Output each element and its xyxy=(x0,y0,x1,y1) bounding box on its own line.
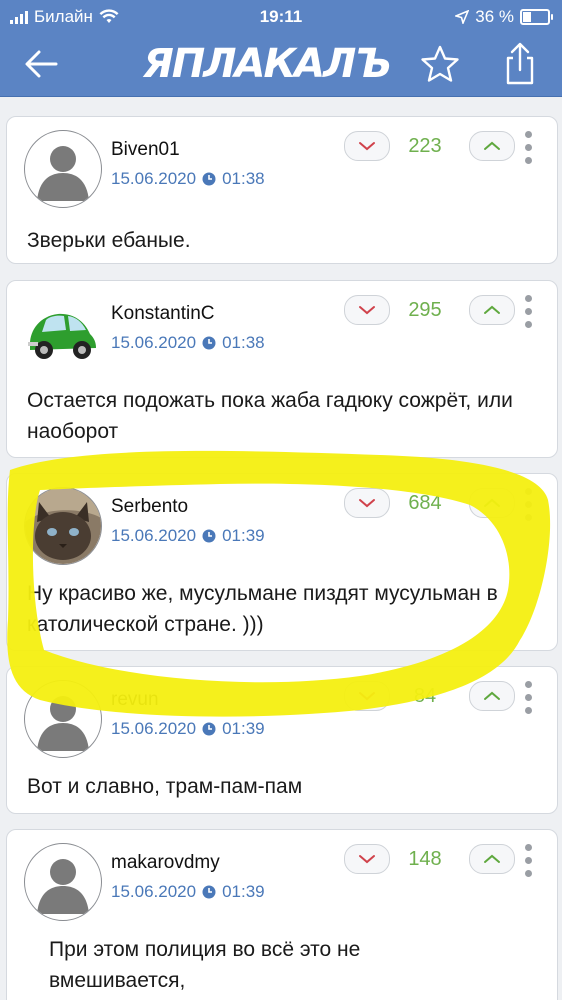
comment-score: 148 xyxy=(408,848,442,870)
vote-up-button[interactable] xyxy=(469,681,515,711)
comment-card: makarovdmy 15.06.2020 01:39 148 При этом… xyxy=(6,829,558,1000)
site-logo[interactable]: ЯПЛАКАЛЪ xyxy=(143,40,403,88)
chevron-down-icon xyxy=(359,692,375,701)
battery-icon xyxy=(520,9,553,25)
chevron-down-icon xyxy=(359,499,375,508)
chevron-up-icon xyxy=(484,691,500,700)
chevron-up-icon xyxy=(484,498,500,507)
comment-score: 684 xyxy=(408,492,442,514)
vote-up-button[interactable] xyxy=(469,295,515,325)
comment-username[interactable]: Biven01 xyxy=(111,139,180,161)
arrow-left-icon[interactable] xyxy=(22,46,62,82)
vote-up-button[interactable] xyxy=(469,488,515,518)
comment-time: 01:38 xyxy=(222,333,265,352)
comment-date: 15.06.2020 xyxy=(111,169,197,188)
comment-time: 01:39 xyxy=(222,882,265,901)
comment-username[interactable]: Serbento xyxy=(111,496,188,518)
chevron-down-icon xyxy=(359,855,375,864)
star-icon[interactable] xyxy=(420,44,460,84)
comment-card: Serbento 15.06.2020 01:39 684 Ну красиво… xyxy=(6,473,558,651)
status-bar: Билайн 19:11 36 % xyxy=(0,0,562,34)
vote-down-button[interactable] xyxy=(344,131,390,161)
chevron-up-icon xyxy=(484,854,500,863)
comment-text: При этом полиция во всё это не вмешивает… xyxy=(49,938,361,992)
comment-card: KonstantinC 15.06.2020 01:38 295 Остаетс… xyxy=(6,280,558,458)
comment-time: 01:39 xyxy=(222,719,265,738)
chevron-up-icon xyxy=(484,141,500,150)
vote-down-button[interactable] xyxy=(344,844,390,874)
cat-avatar-icon[interactable] xyxy=(24,487,102,565)
default-avatar-icon[interactable] xyxy=(24,843,102,921)
comment-time: 01:38 xyxy=(222,169,265,188)
comment-card: Biven01 15.06.2020 01:38 223 Зверьки еба… xyxy=(6,116,558,264)
more-options-icon[interactable] xyxy=(525,844,535,880)
battery-percent: 36 % xyxy=(475,7,514,26)
comment-score: 223 xyxy=(408,135,442,157)
comment-time: 01:39 xyxy=(222,526,265,545)
clock-icon xyxy=(202,172,216,186)
clock-icon xyxy=(202,885,216,899)
comment-username[interactable]: makarovdmy xyxy=(111,852,220,874)
comment-text: Ну красиво же, мусульмане пиздят мусульм… xyxy=(27,582,498,636)
more-options-icon[interactable] xyxy=(525,295,535,331)
more-options-icon[interactable] xyxy=(525,681,535,717)
comment-text: Зверьки ебаные. xyxy=(27,229,191,252)
vote-up-button[interactable] xyxy=(469,844,515,874)
comment-date: 15.06.2020 xyxy=(111,882,197,901)
comment-score: 84 xyxy=(413,685,437,707)
clock-icon xyxy=(202,722,216,736)
comment-username[interactable]: KonstantinC xyxy=(111,303,215,325)
comment-username[interactable]: revun xyxy=(111,689,159,711)
comment-card: revun 15.06.2020 01:39 84 Вот и славно, … xyxy=(6,666,558,814)
green-car-avatar-icon[interactable] xyxy=(24,294,100,370)
clock-icon xyxy=(202,336,216,350)
default-avatar-icon[interactable] xyxy=(24,680,102,758)
comment-date: 15.06.2020 xyxy=(111,719,197,738)
vote-down-button[interactable] xyxy=(344,681,390,711)
nav-bar: ЯПЛАКАЛЪ xyxy=(0,34,562,97)
comment-score: 295 xyxy=(408,299,442,321)
default-avatar-icon[interactable] xyxy=(24,130,102,208)
vote-down-button[interactable] xyxy=(344,295,390,325)
comment-date: 15.06.2020 xyxy=(111,526,197,545)
comment-text: Вот и славно, трам-пам-пам xyxy=(27,775,303,798)
comments-feed[interactable]: Biven01 15.06.2020 01:38 223 Зверьки еба… xyxy=(0,96,562,1000)
vote-down-button[interactable] xyxy=(344,488,390,518)
clock-icon xyxy=(202,529,216,543)
comment-date: 15.06.2020 xyxy=(111,333,197,352)
more-options-icon[interactable] xyxy=(525,488,535,524)
chevron-down-icon xyxy=(359,306,375,315)
chevron-down-icon xyxy=(359,142,375,151)
more-options-icon[interactable] xyxy=(525,131,535,167)
vote-up-button[interactable] xyxy=(469,131,515,161)
chevron-up-icon xyxy=(484,305,500,314)
share-icon[interactable] xyxy=(500,42,540,86)
comment-text: Остается подожать пока жаба гадюку сожрё… xyxy=(27,389,513,443)
location-arrow-icon xyxy=(455,10,470,24)
